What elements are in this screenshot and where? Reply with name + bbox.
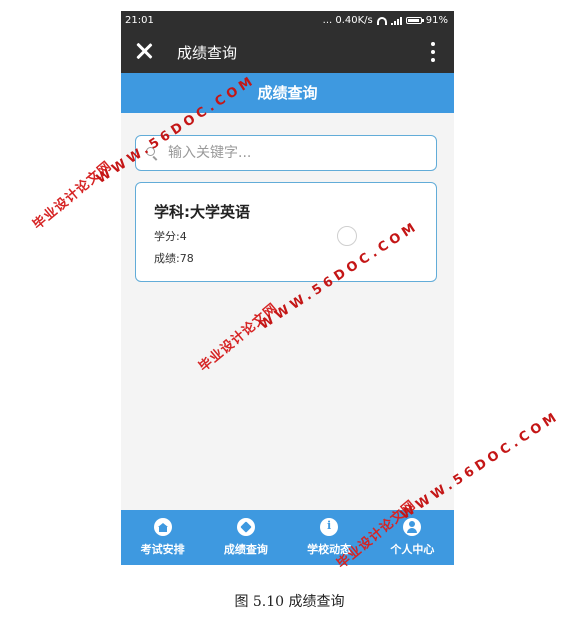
result-card[interactable]: 学科:大学英语 学分:4 成绩:78 (135, 182, 437, 282)
search-input[interactable] (168, 140, 428, 166)
network-speed: ... 0.40K/s (322, 15, 373, 26)
close-icon[interactable] (133, 40, 155, 62)
search-box[interactable] (135, 135, 437, 171)
home-icon (153, 518, 172, 536)
card-credit: 学分:4 (154, 230, 187, 243)
status-time: 21:01 (125, 15, 154, 26)
tab-label: 个人中心 (390, 543, 435, 556)
tab-label: 学校动态 (307, 543, 352, 556)
wifi-icon (376, 16, 387, 25)
card-score: 成绩:78 (154, 252, 194, 265)
watermark-cn: 毕业设计论文网 (30, 158, 116, 233)
page-header: 成绩查询 (121, 73, 454, 113)
status-right: ... 0.40K/s 91% (323, 15, 448, 26)
select-radio[interactable] (337, 226, 357, 246)
status-bar: 21:01 ... 0.40K/s 91% (121, 11, 454, 31)
more-menu-icon[interactable] (430, 42, 436, 62)
battery-percent: 91% (425, 15, 448, 26)
tab-profile[interactable]: 个人中心 (371, 510, 454, 565)
tag-icon (236, 518, 255, 536)
signal-icon (390, 16, 402, 25)
tab-label: 考试安排 (140, 543, 185, 556)
info-icon: i (320, 518, 339, 536)
battery-icon (405, 17, 424, 24)
phone-screen: 21:01 ... 0.40K/s 91% 成绩查询 成绩查询 学科:大学英语 … (121, 11, 454, 565)
window-title: 成绩查询 (177, 44, 238, 62)
tab-score-query[interactable]: 成绩查询 (204, 510, 287, 565)
search-icon (146, 147, 155, 156)
tab-school-news[interactable]: i 学校动态 (288, 510, 371, 565)
tab-label: 成绩查询 (223, 543, 268, 556)
person-icon (403, 518, 422, 536)
tab-exam-schedule[interactable]: 考试安排 (121, 510, 204, 565)
card-subject: 学科:大学英语 (154, 203, 250, 221)
figure-caption: 图 5.10 成绩查询 (234, 594, 345, 610)
title-bar: 成绩查询 (121, 31, 454, 73)
bottom-tab-bar: 考试安排 成绩查询 i 学校动态 个人中心 (121, 510, 454, 565)
